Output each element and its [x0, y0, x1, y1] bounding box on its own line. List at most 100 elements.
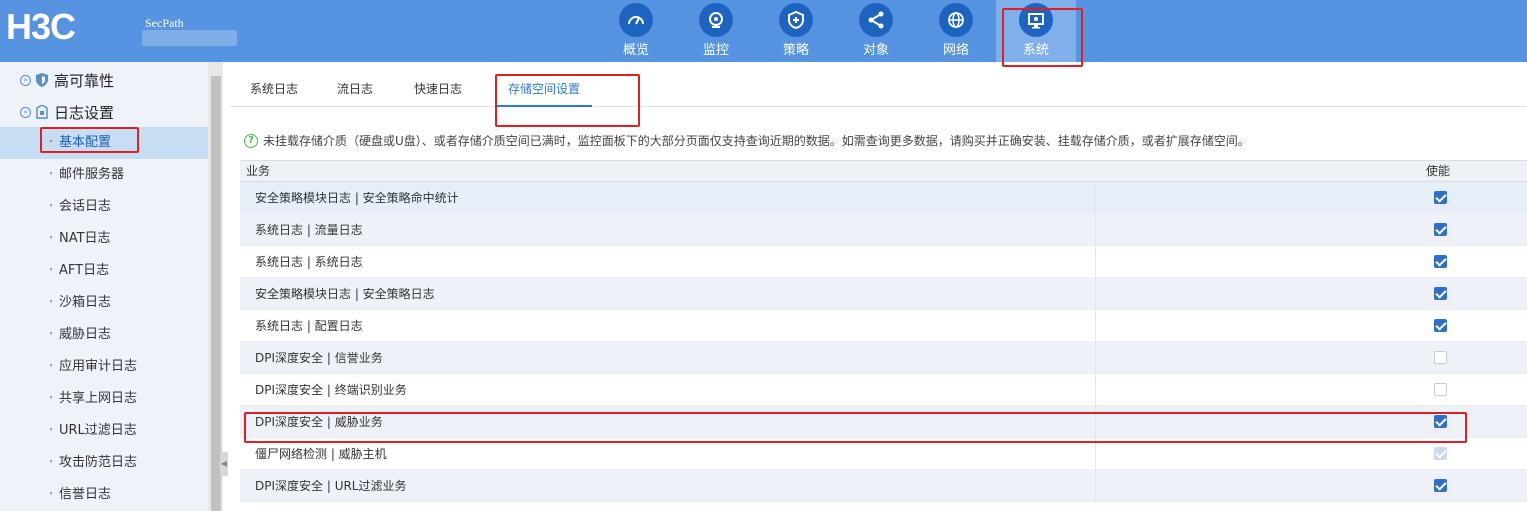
- shield-icon: [36, 73, 48, 87]
- help-icon: ?: [244, 133, 258, 148]
- service-name: 僵尸网络检测 | 威胁主机: [255, 447, 387, 461]
- nav-label: 策略: [782, 43, 809, 58]
- column-divider: [1095, 374, 1096, 406]
- column-divider: [1095, 278, 1096, 310]
- column-header-enable[interactable]: 使能: [1426, 161, 1450, 181]
- column-divider: [1095, 438, 1096, 470]
- sidebar-item-attack-defense-log[interactable]: · 攻击防范日志: [0, 447, 208, 479]
- nav-network[interactable]: 网络: [916, 0, 996, 62]
- enable-checkbox[interactable]: [1434, 415, 1447, 428]
- product-name: SecPath: [145, 16, 184, 30]
- column-divider: [1095, 310, 1096, 342]
- table-row[interactable]: 安全策略模块日志 | 安全策略命中统计: [240, 182, 1527, 214]
- table-body: 安全策略模块日志 | 安全策略命中统计 系统日志 | 流量日志系统日志 | 系统日…: [240, 182, 1527, 502]
- sidebar-item-label: 共享上网日志: [59, 391, 138, 406]
- enable-checkbox[interactable]: [1434, 223, 1447, 236]
- camera-icon: [699, 3, 733, 37]
- sidebar-item-label: 沙箱日志: [59, 295, 112, 310]
- column-divider: [1095, 214, 1096, 246]
- tab-fast-log[interactable]: 快速日志: [414, 72, 462, 107]
- sidebar-item-label: 会话日志: [59, 199, 112, 214]
- main-content: 系统日志 流日志 快速日志 存储空间设置 ? 未挂载存储介质（硬盘或U盘）、或者…: [230, 62, 1527, 511]
- table-row[interactable]: 系统日志 | 系统日志: [240, 246, 1527, 278]
- sidebar-item-label: 威胁日志: [59, 327, 112, 342]
- table-row[interactable]: 系统日志 | 流量日志: [240, 214, 1527, 246]
- nav-objects[interactable]: 对象: [836, 0, 916, 62]
- tab-storage-settings[interactable]: 存储空间设置: [496, 72, 592, 107]
- service-name: DPI深度安全 | 终端识别业务: [255, 383, 407, 397]
- log-icon: [36, 105, 48, 119]
- table-row[interactable]: DPI深度安全 | 信誉业务: [240, 342, 1527, 374]
- service-name: 系统日志 | 系统日志: [255, 255, 363, 269]
- sidebar-item-label: 攻击防范日志: [59, 455, 138, 470]
- sidebar-item-label: NAT日志: [59, 231, 111, 246]
- sidebar: » 高可靠性 « 日志设置 · 基本配置 · 邮件服务器 · 会话日志 · NAT日志 …: [0, 62, 208, 511]
- service-name: 安全策略模块日志 | 安全策略日志: [255, 287, 435, 301]
- service-name: DPI深度安全 | 信誉业务: [255, 351, 383, 365]
- sidebar-item-threat-log[interactable]: · 威胁日志: [0, 319, 208, 351]
- sidebar-item-mail-server[interactable]: · 邮件服务器: [0, 159, 208, 191]
- sidebar-item-nat-log[interactable]: · NAT日志: [0, 223, 208, 255]
- table-row[interactable]: 系统日志 | 配置日志: [240, 310, 1527, 342]
- scrollbar-thumb[interactable]: [211, 76, 221, 511]
- nav-label: 对象: [862, 43, 889, 58]
- enable-checkbox[interactable]: [1434, 383, 1447, 396]
- nav-monitor[interactable]: 监控: [676, 0, 756, 62]
- nav-policy[interactable]: 策略: [756, 0, 836, 62]
- sidebar-item-aft-log[interactable]: · AFT日志: [0, 255, 208, 287]
- service-name: DPI深度安全 | URL过滤业务: [255, 479, 407, 493]
- table-row[interactable]: DPI深度安全 | 终端识别业务: [240, 374, 1527, 406]
- sidebar-item-label: 邮件服务器: [59, 167, 125, 182]
- collapse-icon[interactable]: «: [20, 106, 31, 118]
- column-divider: [1095, 406, 1096, 438]
- sidebar-item-sandbox-log[interactable]: · 沙箱日志: [0, 287, 208, 319]
- sidebar-group-ha[interactable]: » 高可靠性: [0, 64, 208, 96]
- monitor-icon: [1019, 3, 1053, 37]
- share-icon: [859, 3, 893, 37]
- column-header-service[interactable]: 业务: [246, 161, 270, 181]
- sidebar-item-reputation-log[interactable]: · 信誉日志: [0, 479, 208, 511]
- tab-flow-log[interactable]: 流日志: [337, 72, 373, 107]
- enable-checkbox[interactable]: [1434, 287, 1447, 300]
- service-name: 系统日志 | 配置日志: [255, 319, 363, 333]
- nav-label: 监控: [702, 43, 729, 58]
- enable-checkbox[interactable]: [1434, 319, 1447, 332]
- column-divider: [1095, 182, 1096, 214]
- table-header: 业务 使能: [240, 160, 1527, 182]
- service-name: DPI深度安全 | 威胁业务: [255, 415, 383, 429]
- sidebar-item-app-audit-log[interactable]: · 应用审计日志: [0, 351, 208, 383]
- sidebar-group-label: 日志设置: [54, 103, 115, 122]
- enable-checkbox[interactable]: [1434, 479, 1447, 492]
- tab-system-log[interactable]: 系统日志: [250, 72, 298, 107]
- h3c-logo[interactable]: H3C: [6, 9, 76, 45]
- top-bar: H3C SecPath 概览 监控 策略 对象 网络 系统: [0, 0, 1527, 62]
- nav-system[interactable]: 系统: [996, 0, 1076, 62]
- column-divider: [1095, 246, 1096, 278]
- globe-icon: [939, 3, 973, 37]
- table-row[interactable]: DPI深度安全 | 威胁业务: [240, 406, 1527, 438]
- sidebar-item-label: AFT日志: [59, 263, 110, 278]
- sidebar-item-session-log[interactable]: · 会话日志: [0, 191, 208, 223]
- enable-checkbox[interactable]: [1434, 191, 1447, 204]
- table-row[interactable]: 安全策略模块日志 | 安全策略日志: [240, 278, 1527, 310]
- expand-icon[interactable]: »: [20, 74, 31, 86]
- sidebar-item-basic-config[interactable]: · 基本配置: [0, 127, 208, 159]
- device-name-redacted: [142, 30, 237, 46]
- sidebar-item-label: 基本配置: [59, 135, 112, 150]
- main-nav: 概览 监控 策略 对象 网络 系统: [596, 0, 1076, 62]
- collapse-sidebar-icon[interactable]: ◀: [220, 452, 228, 476]
- notice-text: 未挂载存储介质（硬盘或U盘）、或者存储介质空间已满时，监控面板下的大部分页面仅支…: [263, 134, 1250, 148]
- table-row[interactable]: 僵尸网络检测 | 威胁主机: [240, 438, 1527, 470]
- tab-bar: 系统日志 流日志 快速日志 存储空间设置: [230, 72, 1527, 107]
- sidebar-item-label: 信誉日志: [59, 487, 112, 502]
- enable-checkbox[interactable]: [1434, 351, 1447, 364]
- enable-checkbox[interactable]: [1434, 255, 1447, 268]
- nav-label: 网络: [942, 43, 969, 58]
- table-row[interactable]: DPI深度安全 | URL过滤业务: [240, 470, 1527, 502]
- sidebar-item-shared-access-log[interactable]: · 共享上网日志: [0, 383, 208, 415]
- nav-overview[interactable]: 概览: [596, 0, 676, 62]
- sidebar-item-url-filter-log[interactable]: · URL过滤日志: [0, 415, 208, 447]
- sidebar-group-log-settings[interactable]: « 日志设置: [0, 96, 208, 128]
- sidebar-group-label: 高可靠性: [54, 71, 115, 90]
- gauge-icon: [619, 3, 653, 37]
